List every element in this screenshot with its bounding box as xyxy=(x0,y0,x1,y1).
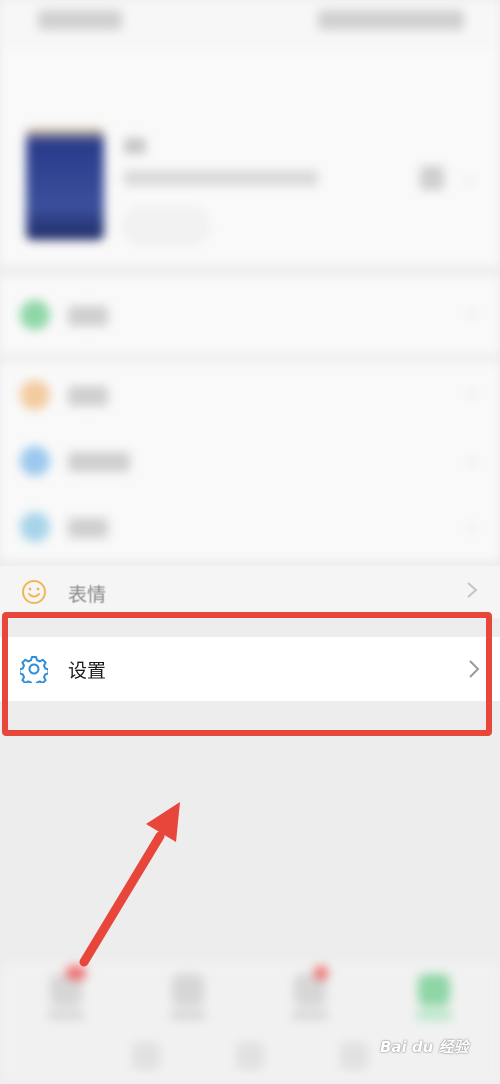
contacts-icon xyxy=(172,974,204,1006)
tab-label xyxy=(292,1010,328,1020)
chevron-right-icon xyxy=(469,660,480,678)
qr-code-icon[interactable] xyxy=(420,166,444,190)
arrow-head xyxy=(146,802,180,842)
tab-me[interactable] xyxy=(394,962,474,1032)
menu-item-label xyxy=(68,452,130,472)
menu-item-label xyxy=(68,518,108,538)
system-back-button[interactable] xyxy=(132,1042,160,1070)
menu-item-label xyxy=(68,306,108,326)
tab-label xyxy=(416,1010,452,1020)
chevron-right-icon: › xyxy=(468,514,476,538)
arrow-shaft xyxy=(79,831,165,967)
status-bar-left xyxy=(38,10,122,30)
chevron-right-icon: › xyxy=(468,302,476,326)
system-recents-button[interactable] xyxy=(340,1042,368,1070)
profile-name xyxy=(124,138,146,154)
tab-discover[interactable] xyxy=(270,962,350,1032)
tab-label xyxy=(48,1010,84,1020)
status-button[interactable] xyxy=(124,208,208,244)
chevron-right-icon: › xyxy=(468,382,476,406)
menu-item-stickers[interactable]: 表情 xyxy=(0,566,500,618)
watermark: Bai du 经验 xyxy=(380,1038,469,1056)
cards-icon xyxy=(20,512,50,542)
chevron-right-icon: › xyxy=(466,170,474,191)
sticker-smile-icon xyxy=(22,580,46,604)
chevron-right-icon xyxy=(467,582,478,598)
stickers-label: 表情 xyxy=(68,584,107,606)
me-icon xyxy=(418,974,450,1006)
menu-item-pay[interactable]: › xyxy=(0,276,500,354)
tab-label xyxy=(170,1010,206,1020)
tab-contacts[interactable] xyxy=(148,962,228,1032)
status-bar-right xyxy=(318,10,464,30)
status-bar xyxy=(0,0,500,48)
bottom-tab-bar xyxy=(0,962,500,1084)
album-icon xyxy=(20,446,50,476)
chevron-right-icon: › xyxy=(468,448,476,472)
favorites-icon xyxy=(20,380,50,410)
menu-group-2: › › › xyxy=(0,362,500,560)
dot-badge xyxy=(314,966,328,980)
unread-badge xyxy=(66,966,86,980)
settings-label: 设置 xyxy=(68,660,107,682)
pay-icon xyxy=(20,300,50,330)
profile-id xyxy=(124,170,318,186)
avatar[interactable] xyxy=(26,128,104,240)
profile-header[interactable]: › xyxy=(0,48,500,266)
gear-icon xyxy=(20,656,48,683)
system-home-button[interactable] xyxy=(236,1042,264,1070)
menu-item-settings[interactable]: 设置 xyxy=(0,637,500,701)
menu-item-label xyxy=(68,386,108,406)
tab-chats[interactable] xyxy=(26,962,106,1032)
